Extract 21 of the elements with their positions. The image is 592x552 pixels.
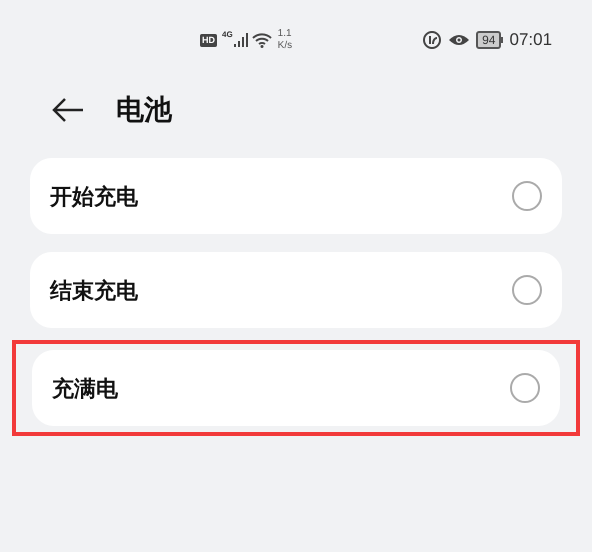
radio-button[interactable] [510, 373, 540, 403]
radio-button[interactable] [512, 275, 542, 305]
radio-button[interactable] [512, 181, 542, 211]
option-row[interactable]: 结束充电 [30, 252, 562, 328]
option-row[interactable]: 开始充电 [30, 158, 562, 234]
option-row[interactable]: 充满电 [32, 350, 560, 426]
wifi-icon [252, 32, 272, 48]
page-title: 电池 [116, 93, 172, 127]
battery-level: 94 [476, 31, 502, 49]
eye-icon [448, 33, 470, 47]
signal-icon [234, 33, 248, 47]
speed-value: 1.1 [278, 28, 292, 40]
option-label: 充满电 [52, 374, 118, 402]
option-label: 结束充电 [50, 276, 138, 304]
network-type: 4G [222, 29, 233, 41]
clock: 07:01 [509, 29, 552, 52]
back-icon[interactable] [52, 98, 84, 122]
hd-badge: HD [200, 34, 217, 46]
option-label: 开始充电 [50, 182, 138, 210]
speed-unit: K/s [278, 40, 292, 52]
battery-tip-icon [501, 37, 504, 43]
